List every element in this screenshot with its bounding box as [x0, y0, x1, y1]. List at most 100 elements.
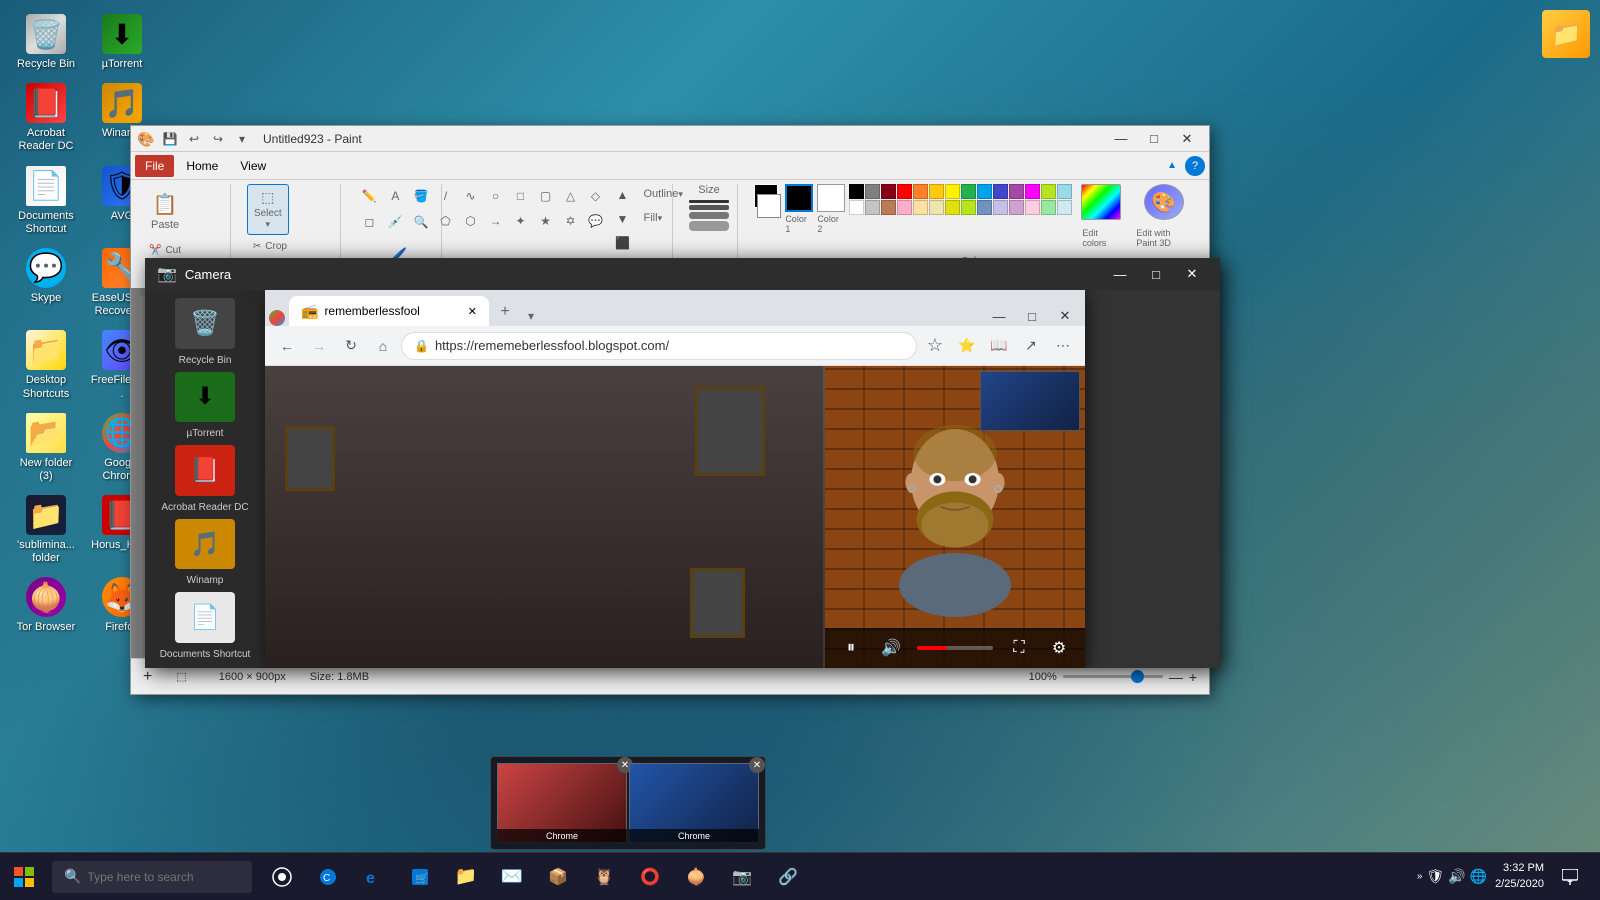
taskbar-extra-btn[interactable]: 🔗	[766, 855, 810, 899]
video-volume-btn[interactable]: 🔊	[877, 634, 905, 662]
swatch-green[interactable]	[961, 184, 976, 199]
desktop-icon-tor[interactable]: 🧅 Tor Browser	[10, 573, 82, 638]
size-4-btn[interactable]	[689, 221, 729, 231]
hexagon-shape[interactable]: ⬡	[459, 209, 483, 233]
cam-winamp[interactable]: 🎵	[175, 519, 235, 570]
paste-btn[interactable]: 📋 Paste	[143, 184, 187, 239]
swatch-yellow2[interactable]	[929, 184, 944, 199]
paint-close-btn[interactable]: ✕	[1171, 129, 1203, 149]
swatch-red[interactable]	[897, 184, 912, 199]
network-icon[interactable]: 🌐	[1470, 868, 1487, 885]
cam-acrobat[interactable]: 📕	[175, 445, 235, 496]
kaspersky-icon[interactable]: 🛡	[1426, 868, 1444, 885]
taskbar-opera-btn[interactable]: ⭕	[628, 855, 672, 899]
desktop-icon-recycle-bin[interactable]: 🗑️ Recycle Bin	[10, 10, 82, 75]
swatch-pink[interactable]	[897, 200, 912, 215]
chrome-minimize-btn[interactable]: —	[983, 306, 1015, 326]
zoom-slider[interactable]	[1063, 675, 1163, 678]
chrome-tab-close[interactable]: ✕	[468, 305, 477, 318]
start-button[interactable]	[0, 853, 48, 900]
swatch-lightpink[interactable]	[1025, 200, 1040, 215]
taskbar-tripadvisor-btn[interactable]: 🦉	[582, 855, 626, 899]
swatch-lavender[interactable]	[993, 200, 1008, 215]
chrome-bookmark-btn[interactable]: ☆	[921, 332, 949, 360]
desktop-icon-documents[interactable]: 📄 Documents Shortcut	[10, 162, 82, 240]
zoom-minus-btn[interactable]: —	[1169, 669, 1183, 685]
qa-save-btn[interactable]: 💾	[159, 128, 181, 150]
chrome-active-tab[interactable]: 📻 rememberlessfool ✕	[289, 296, 489, 326]
qa-redo-btn[interactable]: ↪	[207, 128, 229, 150]
video-pause-btn[interactable]: ⏸	[837, 634, 865, 662]
swatch-lightblue[interactable]	[1057, 184, 1072, 199]
camera-close-btn[interactable]: ✕	[1176, 264, 1208, 284]
edit-colors-btn[interactable]: Edit colors	[1076, 224, 1126, 252]
swatch-lightgreen[interactable]	[1041, 200, 1056, 215]
cam-utorrent[interactable]: ⬇	[175, 372, 235, 423]
chrome-forward-btn[interactable]: →	[305, 332, 333, 360]
video-settings-btn[interactable]: ⚙	[1045, 634, 1073, 662]
add-canvas-btn[interactable]: +	[143, 668, 152, 686]
swatch-peach[interactable]	[913, 200, 928, 215]
curve-shape[interactable]: ∿	[459, 184, 483, 208]
paint-view-menu[interactable]: View	[230, 155, 276, 177]
chrome-tab-dropdown[interactable]: ▾	[521, 306, 541, 326]
rect-shape[interactable]: □	[509, 184, 533, 208]
desktop-icon-skype[interactable]: 💬 Skype	[10, 244, 82, 322]
swatch-limegreen[interactable]	[1041, 184, 1056, 199]
triangle-shape[interactable]: △	[559, 184, 583, 208]
shapes-expand[interactable]: ⬛	[612, 232, 634, 254]
swatch-orange[interactable]	[913, 184, 928, 199]
swatch-blue[interactable]	[993, 184, 1008, 199]
taskbar-search-box[interactable]: 🔍	[52, 861, 252, 893]
thumb-2-close[interactable]: ✕	[749, 757, 765, 773]
action-center-btn[interactable]	[1548, 855, 1592, 899]
swatch-olive[interactable]	[945, 200, 960, 215]
pentagon-shape[interactable]: ⬠	[434, 209, 458, 233]
paint-help-btn[interactable]: ?	[1185, 156, 1205, 176]
camera-minimize-btn[interactable]: —	[1104, 264, 1136, 284]
swatch-cyan[interactable]	[977, 184, 992, 199]
zoom-handle[interactable]	[1131, 670, 1144, 683]
chrome-new-tab-btn[interactable]: +	[491, 298, 519, 326]
text-tool[interactable]: A	[383, 184, 407, 208]
chrome-refresh-btn[interactable]: ↻	[337, 332, 365, 360]
swatch-yellow[interactable]	[945, 184, 960, 199]
edit-with-paint3d-btn[interactable]: Edit with Paint 3D	[1130, 224, 1197, 252]
top-right-folder-icon[interactable]: 📁	[1542, 10, 1590, 58]
paint-home-menu[interactable]: Home	[176, 155, 228, 177]
shapes-scroll-up[interactable]: ▲	[612, 184, 634, 206]
search-input[interactable]	[87, 870, 240, 884]
taskbar-tor-btn[interactable]: 🧅	[674, 855, 718, 899]
star4-shape[interactable]: ✦	[509, 209, 533, 233]
taskbar-explorer-btn[interactable]: 📁	[444, 855, 488, 899]
zoom-plus-btn[interactable]: +	[1189, 669, 1197, 685]
fill-tool[interactable]: 🪣	[409, 184, 433, 208]
chrome-address-bar[interactable]: 🔒 https://rememeberlessfool.blogspot.com…	[401, 332, 917, 360]
magnifier-tool[interactable]: 🔍	[409, 210, 433, 234]
select-btn[interactable]: ⬚ Select ▾	[247, 184, 289, 235]
chrome-read-btn[interactable]: 📖	[985, 332, 1013, 360]
desktop-icon-new-folder[interactable]: 📂 New folder (3)	[10, 409, 82, 487]
color2-swatch[interactable]	[817, 184, 845, 212]
swatch-darkred[interactable]	[881, 184, 896, 199]
paint-collapse-ribbon-btn[interactable]: ▲	[1163, 156, 1181, 175]
swatch-cream[interactable]	[929, 200, 944, 215]
background-color[interactable]	[757, 194, 781, 218]
taskbar-cortana-btn[interactable]: C	[306, 855, 350, 899]
pencil-tool[interactable]: ✏️	[357, 184, 381, 208]
swatch-mauve[interactable]	[1009, 200, 1024, 215]
eraser-tool[interactable]: ◻	[357, 210, 381, 234]
video-progress-bar[interactable]	[917, 646, 993, 650]
swatch-lime[interactable]	[961, 200, 976, 215]
chrome-maximize-btn[interactable]: □	[1016, 306, 1048, 326]
star6-shape[interactable]: ✡	[559, 209, 583, 233]
star5-shape[interactable]: ★	[534, 209, 558, 233]
thumbnail-1[interactable]: Chrome ✕	[497, 763, 627, 843]
color1-swatch[interactable]	[785, 184, 813, 212]
taskbar-amazon-btn[interactable]: 📦	[536, 855, 580, 899]
desktop-icon-sublimina[interactable]: 📁 'sublimina... folder	[10, 491, 82, 569]
paint-minimize-btn[interactable]: —	[1105, 129, 1137, 149]
arrow-shape[interactable]: →	[484, 209, 508, 233]
rounded-rect-shape[interactable]: ▢	[534, 184, 558, 208]
qa-dropdown-btn[interactable]: ▾	[231, 128, 253, 150]
